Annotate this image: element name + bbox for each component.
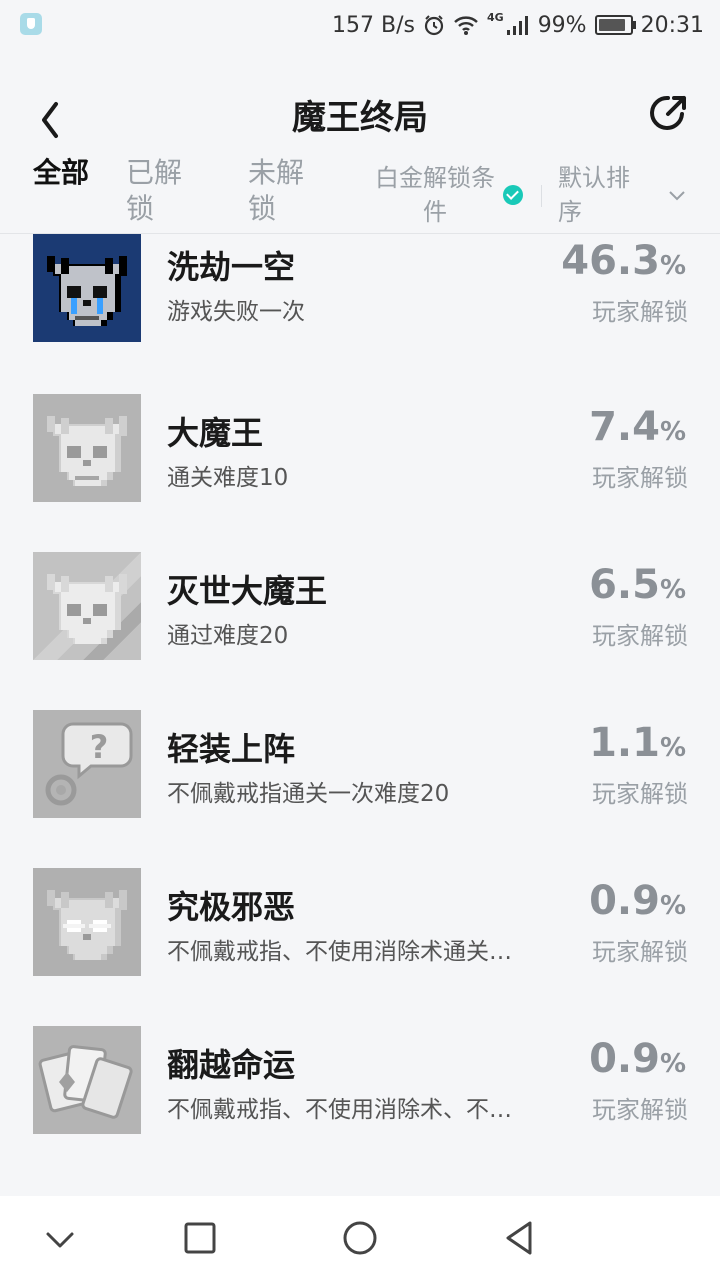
achievement-name: 究极邪恶: [167, 888, 296, 926]
status-bar: 157 B/s 4G 99% 20:31: [0, 0, 720, 50]
achievement-desc: 通过难度20: [167, 623, 289, 649]
header: 魔王终局: [0, 80, 720, 150]
page-title: 魔王终局: [292, 98, 428, 138]
tab-unlocked[interactable]: 已解锁: [126, 155, 188, 227]
platinum-filter-toggle[interactable]: 白金解锁条件: [365, 161, 505, 229]
unlock-percent: 7.4%: [589, 404, 686, 450]
list-item[interactable]: 翻越命运 不佩戴戒指、不使用消除术、不… 0.9% 玩家解锁: [0, 1018, 720, 1176]
achievement-desc: 不佩戴戒指通关一次难度20: [167, 781, 450, 807]
unlock-percent-label: 玩家解锁: [592, 938, 688, 966]
achievement-name: 灭世大魔王: [167, 572, 328, 610]
tab-all[interactable]: 全部: [33, 155, 95, 191]
clock: 20:31: [640, 12, 704, 38]
horned-skull-striped-icon: [33, 552, 141, 660]
status-icons: 157 B/s 4G 99% 20:31: [332, 10, 704, 40]
achievement-name: 大魔王: [167, 414, 264, 452]
nav-home-button[interactable]: [338, 1216, 382, 1260]
achievement-name: 翻越命运: [167, 1046, 296, 1084]
nav-collapse-button[interactable]: [38, 1216, 82, 1260]
nav-recents-button[interactable]: [178, 1216, 222, 1260]
achievement-desc: 不佩戴戒指、不使用消除术通关…: [167, 939, 512, 965]
chevron-down-icon[interactable]: [667, 185, 687, 205]
achievement-list: 洗劫一空 游戏失败一次 46.3% 玩家解锁 大魔王 通关难度10 7.4% 玩…: [0, 234, 720, 1194]
unlock-percent-label: 玩家解锁: [592, 1096, 688, 1124]
list-item[interactable]: 究极邪恶 不佩戴戒指、不使用消除术通关… 0.9% 玩家解锁: [0, 860, 720, 1018]
alarm-icon: [424, 15, 444, 36]
unlock-percent-label: 玩家解锁: [592, 464, 688, 492]
sort-dropdown[interactable]: 默认排序: [558, 161, 648, 229]
playing-cards-icon: [33, 1026, 141, 1134]
divider: [541, 185, 542, 207]
crying-skull-icon: [33, 234, 141, 342]
unlock-percent-label: 玩家解锁: [592, 298, 688, 326]
battery-icon: [594, 15, 636, 35]
check-icon[interactable]: [503, 185, 523, 205]
tab-locked[interactable]: 未解锁: [248, 155, 310, 227]
net-speed: 157 B/s: [332, 12, 415, 38]
list-item[interactable]: 大魔王 通关难度10 7.4% 玩家解锁: [0, 386, 720, 544]
glowing-skull-icon: [33, 868, 141, 976]
list-item[interactable]: ? 轻装上阵 不佩戴戒指通关一次难度20 1.1% 玩家解锁: [0, 702, 720, 860]
achievement-desc: 通关难度10: [167, 465, 289, 491]
system-nav-bar: [0, 1196, 720, 1280]
network-type: 4G: [487, 10, 504, 24]
achievement-name: 轻装上阵: [167, 730, 296, 768]
unlock-percent: 1.1%: [589, 720, 686, 766]
signal-icon: [506, 16, 528, 35]
app-shield-icon: [20, 13, 42, 35]
filter-tabs: 全部 已解锁 未解锁 白金解锁条件 默认排序: [0, 155, 720, 233]
unlock-percent: 0.9%: [589, 878, 686, 924]
share-button[interactable]: [648, 92, 690, 134]
unlock-percent: 6.5%: [589, 562, 686, 608]
achievement-name: 洗劫一空: [167, 248, 296, 286]
battery-percent: 99%: [537, 12, 587, 38]
list-item[interactable]: 灭世大魔王 通过难度20 6.5% 玩家解锁: [0, 544, 720, 702]
list-item[interactable]: 洗劫一空 游戏失败一次 46.3% 玩家解锁: [0, 234, 720, 386]
svg-text:?: ?: [90, 728, 109, 766]
horned-skull-icon: [33, 394, 141, 502]
unlock-percent-label: 玩家解锁: [592, 622, 688, 650]
wifi-icon: [454, 16, 478, 35]
achievement-desc: 不佩戴戒指、不使用消除术、不…: [167, 1097, 512, 1123]
nav-back-button[interactable]: [498, 1216, 542, 1260]
unlock-percent: 0.9%: [589, 1036, 686, 1082]
achievement-desc: 游戏失败一次: [167, 299, 305, 325]
question-ring-icon: ?: [33, 710, 141, 818]
unlock-percent: 46.3%: [561, 238, 686, 284]
share-icon: [650, 95, 686, 130]
unlock-percent-label: 玩家解锁: [592, 780, 688, 808]
